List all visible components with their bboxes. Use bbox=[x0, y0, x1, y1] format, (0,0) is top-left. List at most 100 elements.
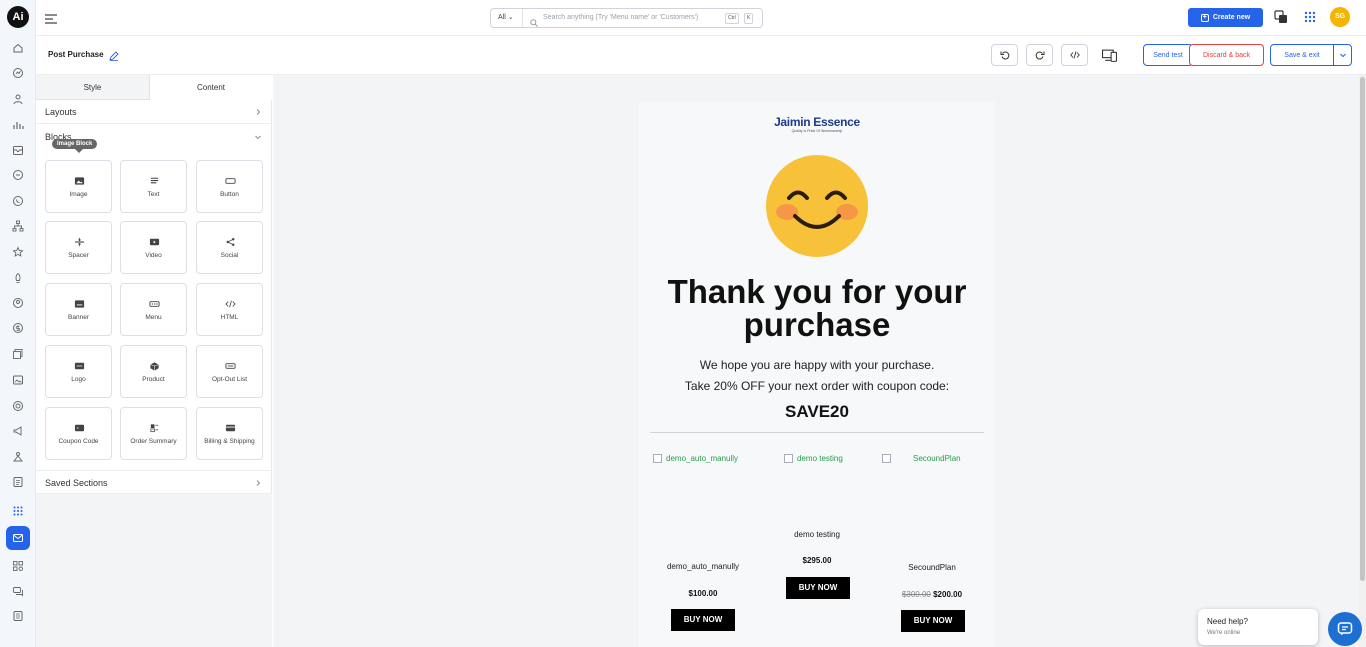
body-line-1: We hope you are happy with your purchase… bbox=[699, 358, 935, 372]
buy-now-button[interactable]: BUY NOW bbox=[786, 577, 850, 599]
create-new-button[interactable]: + Create new bbox=[1188, 8, 1263, 27]
code-icon bbox=[224, 299, 236, 309]
rail-org-button[interactable] bbox=[9, 448, 27, 466]
layouts-section-toggle[interactable]: Layouts bbox=[36, 100, 272, 124]
block-opt-out-list[interactable]: Opt-Out List bbox=[196, 345, 263, 398]
translate-icon[interactable] bbox=[1274, 10, 1288, 24]
block-order-summary[interactable]: Order Summary bbox=[120, 407, 187, 460]
rail-list-button[interactable] bbox=[9, 473, 27, 491]
spacer-icon bbox=[73, 237, 85, 247]
undo-icon bbox=[1000, 51, 1009, 60]
rail-chart-button[interactable] bbox=[9, 64, 27, 82]
top-bar: All ⌄ Search anything (Try 'Menu name' o… bbox=[36, 0, 1366, 36]
rail-email-button[interactable] bbox=[6, 526, 30, 550]
rail-chat-button[interactable] bbox=[9, 166, 27, 184]
support-icon bbox=[13, 401, 23, 411]
home-icon bbox=[13, 43, 23, 53]
product-name: SecoundPlan bbox=[908, 563, 956, 572]
rail-dollar-button[interactable] bbox=[9, 319, 27, 337]
banner-icon bbox=[73, 299, 85, 309]
block-video[interactable]: Video bbox=[120, 221, 187, 274]
block-billing-shipping[interactable]: Billing & Shipping bbox=[196, 407, 263, 460]
coupon-code: SAVE20 bbox=[785, 402, 849, 421]
block-label: HTML bbox=[220, 314, 239, 321]
org-icon bbox=[13, 452, 23, 462]
block-text[interactable]: Text bbox=[120, 160, 187, 213]
rail-users-button[interactable] bbox=[9, 90, 27, 108]
icon-rail: Ai bbox=[0, 0, 36, 647]
block-menu[interactable]: Menu bbox=[120, 283, 187, 336]
device-preview-button[interactable] bbox=[1096, 44, 1123, 66]
block-logo[interactable]: Logo bbox=[45, 345, 112, 398]
rail-messages-button[interactable] bbox=[9, 582, 27, 600]
list-icon bbox=[13, 477, 23, 487]
discard-back-button[interactable]: Discard & back bbox=[1189, 44, 1264, 66]
menu-toggle-icon[interactable] bbox=[44, 12, 58, 24]
block-social[interactable]: Social bbox=[196, 221, 263, 274]
save-exit-button[interactable]: Save & exit bbox=[1270, 44, 1334, 66]
undo-button[interactable] bbox=[991, 44, 1018, 66]
rail-support-button[interactable] bbox=[9, 397, 27, 415]
block-label: Opt-Out List bbox=[211, 376, 248, 383]
buy-now-button[interactable]: BUY NOW bbox=[901, 610, 965, 632]
rail-apps-button[interactable] bbox=[9, 502, 27, 520]
block-spacer[interactable]: Spacer bbox=[45, 221, 112, 274]
search-input[interactable]: Search anything (Try 'Menu name' or 'Cus… bbox=[543, 9, 698, 27]
help-title: Need help? bbox=[1207, 617, 1248, 626]
block-button[interactable]: Button bbox=[196, 160, 263, 213]
block-label: Text bbox=[147, 191, 160, 198]
saved-sections-toggle[interactable]: Saved Sections bbox=[36, 470, 272, 494]
chat-button[interactable] bbox=[1328, 612, 1362, 646]
help-status: We're online bbox=[1207, 630, 1241, 636]
block-label: Social bbox=[220, 252, 239, 259]
logo-block-icon bbox=[73, 361, 85, 371]
rail-whatsapp-button[interactable] bbox=[9, 192, 27, 210]
coupon-icon bbox=[73, 423, 85, 433]
code-view-button[interactable] bbox=[1061, 44, 1088, 66]
save-options-dropdown[interactable] bbox=[1333, 44, 1352, 66]
user-avatar[interactable]: SG bbox=[1330, 7, 1350, 27]
block-product[interactable]: Product bbox=[120, 345, 187, 398]
rail-components-button[interactable] bbox=[9, 557, 27, 575]
tab-content[interactable]: Content bbox=[149, 75, 272, 100]
rail-pages-button[interactable] bbox=[9, 345, 27, 363]
buy-now-button[interactable]: BUY NOW bbox=[671, 609, 735, 631]
rail-home-button[interactable] bbox=[9, 39, 27, 57]
help-widget[interactable]: Need help? We're online bbox=[1198, 609, 1318, 645]
rail-inbox-button[interactable] bbox=[9, 141, 27, 159]
rail-star-button[interactable] bbox=[9, 243, 27, 261]
block-label: Menu bbox=[145, 314, 162, 321]
search-scope-select[interactable]: All ⌄ bbox=[491, 9, 523, 27]
edit-pencil-icon[interactable] bbox=[109, 48, 119, 61]
apps-grid-icon[interactable] bbox=[1303, 10, 1317, 24]
video-icon bbox=[148, 237, 160, 247]
block-image[interactable]: Image bbox=[45, 160, 112, 213]
global-search[interactable]: All ⌄ Search anything (Try 'Menu name' o… bbox=[490, 8, 763, 28]
rail-megaphone-button[interactable] bbox=[9, 422, 27, 440]
tab-style[interactable]: Style bbox=[36, 75, 149, 100]
email-icon bbox=[13, 534, 23, 542]
brand-logo: Jaimin Essence bbox=[774, 115, 860, 129]
rail-hierarchy-button[interactable] bbox=[9, 217, 27, 235]
redo-button[interactable] bbox=[1026, 44, 1053, 66]
canvas-scrollbar[interactable] bbox=[1359, 75, 1366, 647]
rocket-icon bbox=[15, 272, 21, 283]
rail-bar-chart-button[interactable] bbox=[9, 116, 27, 134]
block-label: Order Summary bbox=[130, 438, 177, 445]
rail-contacts-button[interactable] bbox=[9, 294, 27, 312]
app-logo[interactable]: Ai bbox=[7, 6, 29, 28]
plus-icon: + bbox=[1200, 13, 1209, 22]
email-preview[interactable]: Jaimin Essence Quality Is Pride Of Workm… bbox=[639, 102, 995, 647]
block-html[interactable]: HTML bbox=[196, 283, 263, 336]
brand-tagline: Quality Is Pride Of Workmanship bbox=[791, 129, 843, 133]
rail-media-button[interactable] bbox=[9, 371, 27, 389]
code-icon bbox=[1069, 51, 1080, 59]
rail-settings-button[interactable] bbox=[9, 607, 27, 625]
block-banner[interactable]: Banner bbox=[45, 283, 112, 336]
scrollbar-thumb[interactable] bbox=[1360, 77, 1365, 581]
block-coupon-code[interactable]: Coupon Code bbox=[45, 407, 112, 460]
send-test-button[interactable]: Send test bbox=[1143, 44, 1193, 66]
rail-rocket-button[interactable] bbox=[9, 269, 27, 287]
smiley-face-image[interactable] bbox=[765, 154, 869, 258]
product-icon bbox=[148, 361, 160, 371]
